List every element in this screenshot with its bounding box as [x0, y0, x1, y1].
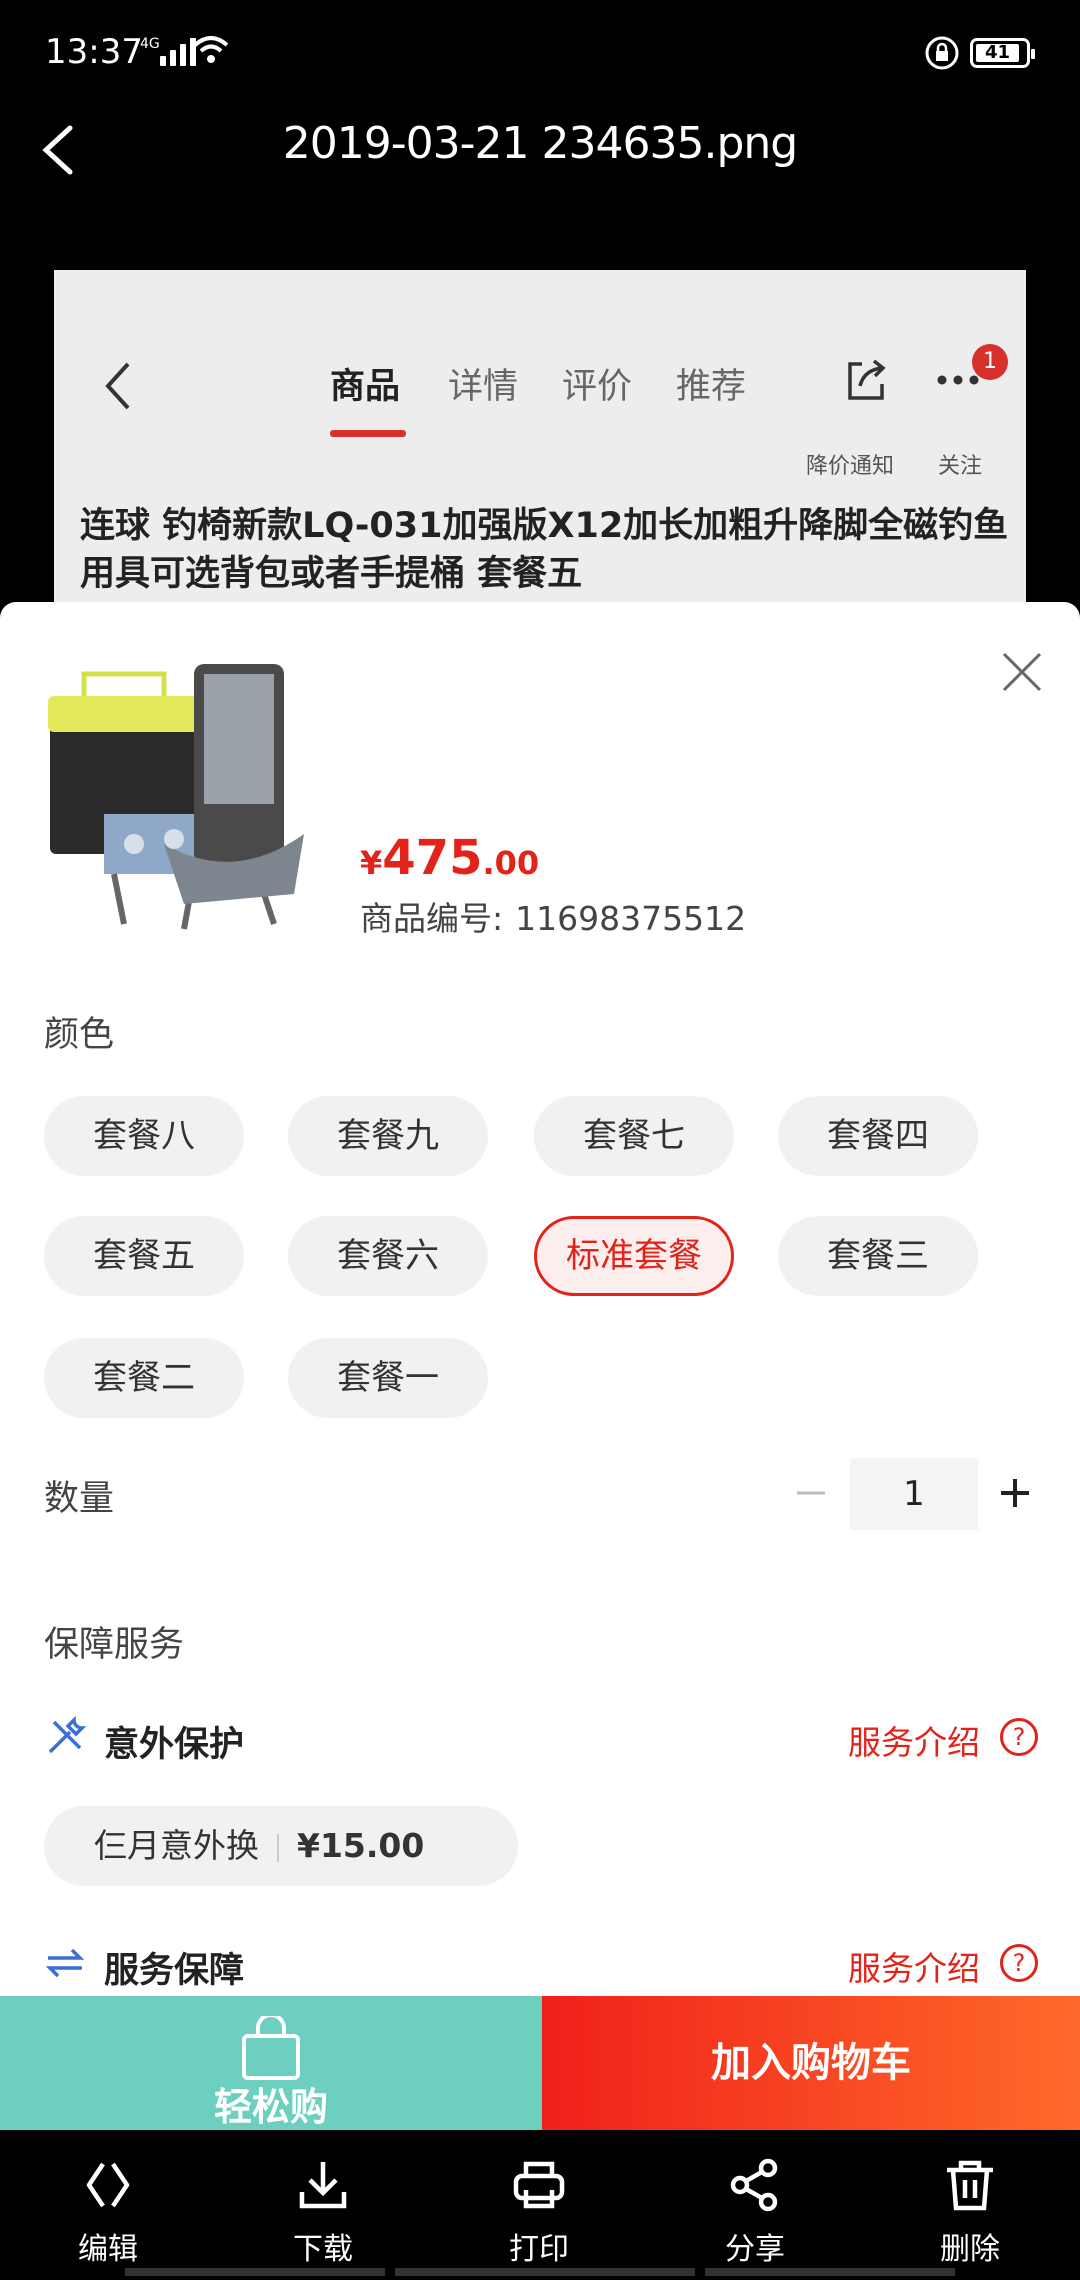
follow-label[interactable]: 关注 [938, 448, 982, 480]
plus-icon[interactable] [998, 1476, 1032, 1510]
quantity-value[interactable]: 1 [850, 1458, 978, 1530]
accident-protection-title: 意外保护 [104, 1725, 245, 1765]
product-header: 商品 详情 评价 推荐 1 降价通知 关注 连球 钓椅新款LQ-031加强版X1… [54, 270, 1026, 605]
share-icon[interactable] [842, 356, 890, 404]
signal-icon [160, 38, 196, 66]
print-button[interactable]: 打印 [469, 2158, 609, 2268]
option-chip[interactable]: 套餐八 [44, 1096, 244, 1176]
delete-label: 删除 [940, 2232, 1000, 2267]
download-button[interactable]: 下载 [253, 2158, 393, 2268]
rotation-lock-icon [925, 36, 959, 70]
color-label: 颜色 [44, 1015, 115, 1055]
delete-button[interactable]: 删除 [900, 2158, 1040, 2268]
product-image [48, 664, 304, 930]
product-back-icon[interactable] [98, 356, 138, 416]
network-type: 4G [140, 36, 160, 52]
accident-option-price: ¥15.00 [297, 1826, 425, 1865]
accident-option-chip[interactable]: 仨月意外换 ¥15.00 [44, 1806, 518, 1886]
option-chip[interactable]: 套餐九 [288, 1096, 488, 1176]
edit-label: 编辑 [78, 2232, 138, 2267]
option-chip-selected[interactable]: 标准套餐 [534, 1216, 734, 1296]
option-chip[interactable]: 套餐七 [534, 1096, 734, 1176]
sku-selector-sheet: ¥475.00 商品编号: 11698375512 颜色 套餐八 套餐九 套餐七 … [0, 602, 1080, 1998]
minus-icon[interactable] [794, 1476, 828, 1510]
help-icon[interactable]: ? [1000, 1718, 1038, 1756]
shopping-bag-icon [242, 2016, 300, 2080]
share-button[interactable]: 分享 [685, 2158, 825, 2268]
tab-reviews[interactable]: 评价 [562, 358, 632, 409]
status-bar: 13:37 4G 41 [0, 0, 1080, 110]
price-integer: 475 [382, 830, 483, 886]
trash-icon [947, 2160, 993, 2211]
image-title: 2019-03-21 234635.png [282, 118, 798, 169]
download-icon [299, 2162, 347, 2209]
print-icon [513, 2161, 565, 2209]
tab-product[interactable]: 商品 [330, 358, 400, 409]
help-icon-2[interactable]: ? [1000, 1944, 1038, 1982]
edit-button[interactable]: 编辑 [38, 2158, 178, 2268]
product-title: 连球 钓椅新款LQ-031加强版X12加长加粗升降脚全磁钓鱼用具可选背包或者手提… [80, 506, 1009, 594]
battery-level: 41 [976, 44, 1019, 62]
share-icon [730, 2158, 778, 2212]
sku-label: 商品编号: [360, 899, 504, 938]
guarantee-label: 保障服务 [44, 1625, 185, 1665]
option-chip[interactable]: 套餐六 [288, 1216, 488, 1296]
status-time: 13:37 [45, 32, 143, 72]
option-chip[interactable]: 套餐三 [778, 1216, 978, 1296]
price-drop-label[interactable]: 降价通知 [806, 448, 894, 480]
price-decimal: .00 [482, 844, 540, 882]
option-chip[interactable]: 套餐四 [778, 1096, 978, 1176]
easy-buy-label: 轻松购 [213, 2085, 328, 2129]
option-chip[interactable]: 套餐一 [288, 1338, 488, 1418]
divider [277, 1833, 279, 1862]
tools-icon [48, 1716, 86, 1754]
viewer-toolbar: 编辑 下载 打印 分享 删除 [0, 2130, 1080, 2280]
edit-icon [86, 2162, 130, 2208]
quantity-label: 数量 [44, 1479, 115, 1519]
add-to-cart-button[interactable]: 加入购物车 [542, 1996, 1080, 2130]
easy-buy-button[interactable]: 轻松购 [0, 1996, 542, 2130]
price: ¥475.00 [360, 830, 539, 886]
navigation-gesture-bar [125, 2268, 955, 2276]
service-intro-link-2[interactable]: 服务介绍 [848, 1942, 980, 1990]
price-symbol: ¥ [360, 844, 383, 882]
print-label: 打印 [509, 2232, 569, 2267]
close-icon[interactable] [1000, 650, 1044, 694]
sku-line: 商品编号: 11698375512 [360, 892, 746, 940]
back-icon[interactable] [30, 120, 90, 180]
tab-recommend[interactable]: 推荐 [676, 358, 746, 409]
service-intro-link[interactable]: 服务介绍 [848, 1716, 980, 1764]
share-label: 分享 [725, 2232, 785, 2267]
battery-icon: 41 [970, 38, 1035, 68]
exchange-icon [45, 1948, 85, 1978]
active-tab-indicator [330, 430, 406, 437]
wifi-icon [193, 36, 229, 63]
sku-value: 11698375512 [515, 899, 747, 938]
option-chip[interactable]: 套餐二 [44, 1338, 244, 1418]
notification-badge: 1 [972, 344, 1008, 380]
accident-option-label: 仨月意外换 [94, 1826, 259, 1865]
download-label: 下载 [293, 2232, 353, 2267]
tab-details[interactable]: 详情 [448, 358, 518, 409]
option-chip[interactable]: 套餐五 [44, 1216, 244, 1296]
service-guarantee-title: 服务保障 [104, 1951, 245, 1991]
